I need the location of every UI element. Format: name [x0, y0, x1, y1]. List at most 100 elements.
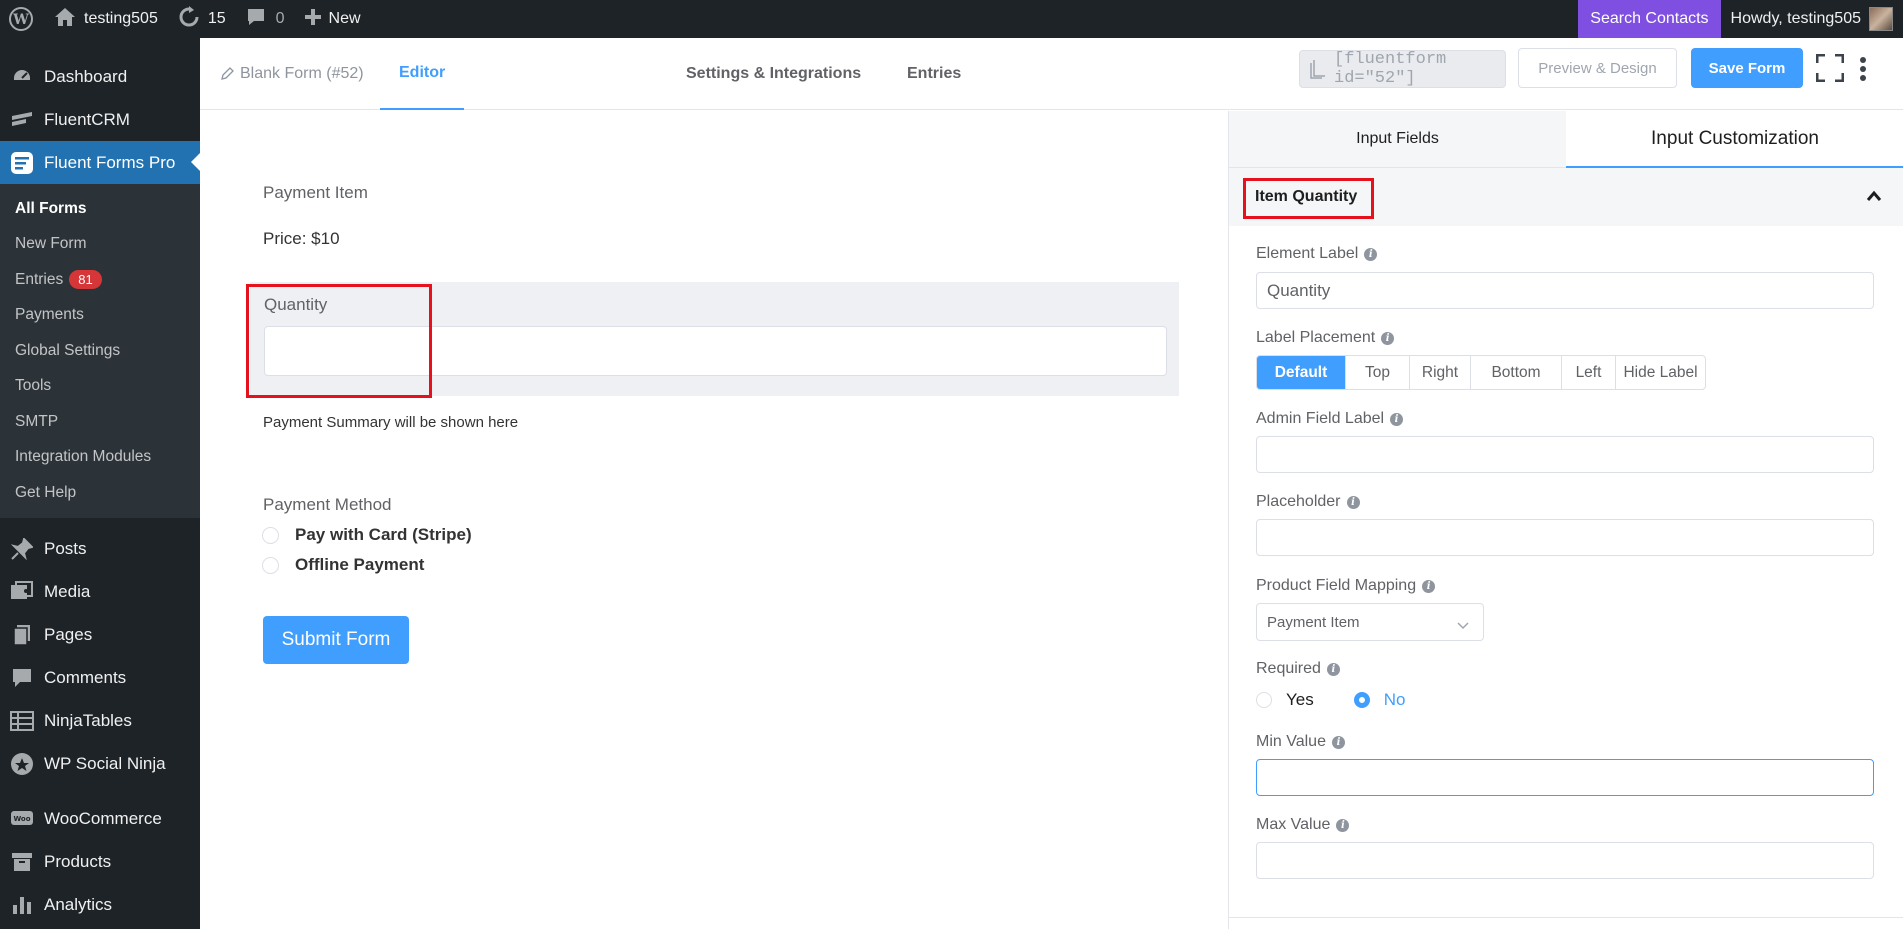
submenu-all-forms[interactable]: All Forms: [0, 191, 200, 227]
pencil-icon: [220, 67, 234, 81]
submit-form-button[interactable]: Submit Form: [263, 616, 409, 664]
chevron-up-icon[interactable]: [1866, 190, 1882, 202]
info-icon[interactable]: i: [1422, 579, 1436, 593]
admin-field-label-input[interactable]: [1256, 436, 1874, 473]
admin-sidebar: Dashboard FluentCRM Fluent Forms Pro All…: [0, 38, 200, 929]
placement-top[interactable]: Top: [1345, 356, 1409, 389]
svg-text:Woo: Woo: [13, 815, 30, 823]
element-label-caption: Element Label i: [1256, 245, 1378, 263]
tab-input-fields[interactable]: Input Fields: [1229, 111, 1566, 168]
comments-count: 0: [275, 10, 285, 27]
entries-count-badge: 81: [69, 270, 102, 290]
form-name-link[interactable]: Blank Form (#52): [220, 38, 364, 110]
menu-comments[interactable]: Comments: [0, 657, 200, 700]
menu-label: Pages: [44, 625, 93, 644]
min-value-caption: Min Value i: [1256, 733, 1345, 751]
menu-analytics[interactable]: Analytics: [0, 884, 200, 927]
fullscreen-icon[interactable]: [1815, 53, 1845, 83]
info-icon[interactable]: i: [1364, 247, 1378, 261]
tab-settings-integrations[interactable]: Settings & Integrations: [686, 38, 861, 110]
submenu-entries[interactable]: Entries 81: [0, 262, 200, 298]
menu-woocommerce[interactable]: Woo WooCommerce: [0, 798, 200, 841]
payment-item-label: Payment Item: [263, 183, 368, 202]
menu-media[interactable]: Media: [0, 571, 200, 614]
plus-icon: [304, 8, 321, 30]
radio-label[interactable]: Yes: [1286, 690, 1314, 710]
menu-fluentcrm[interactable]: FluentCRM: [0, 98, 200, 141]
payment-summary-text: Payment Summary will be shown here: [263, 414, 519, 431]
submenu-new-form[interactable]: New Form: [0, 227, 200, 263]
submenu-global-settings[interactable]: Global Settings: [0, 333, 200, 369]
user-account-menu[interactable]: Howdy, testing505: [1721, 7, 1903, 31]
updates-link[interactable]: 15: [168, 0, 236, 38]
search-contacts-button[interactable]: Search Contacts: [1578, 0, 1721, 38]
info-icon[interactable]: i: [1331, 735, 1345, 749]
menu-posts[interactable]: Posts: [0, 528, 200, 571]
menu-label: Comments: [44, 668, 127, 687]
new-content-link[interactable]: New: [295, 0, 371, 38]
menu-fluent-forms-pro[interactable]: Fluent Forms Pro: [0, 141, 200, 184]
wordpress-logo-icon[interactable]: W: [0, 0, 44, 38]
pages-icon: [10, 623, 34, 647]
fluent-forms-submenu: All Forms New Form Entries 81 Payments G…: [0, 184, 200, 518]
payment-option-offline[interactable]: Offline Payment: [262, 555, 424, 575]
placement-left[interactable]: Left: [1561, 356, 1615, 389]
product-field-mapping-caption: Product Field Mapping i: [1256, 577, 1436, 595]
min-value-input[interactable]: [1256, 759, 1874, 796]
tab-entries[interactable]: Entries: [907, 38, 961, 110]
tab-input-customization[interactable]: Input Customization: [1566, 111, 1903, 168]
menu-products[interactable]: Products: [0, 841, 200, 884]
avatar: [1869, 7, 1893, 31]
required-yes-radio[interactable]: [1256, 692, 1272, 708]
submenu-integration-modules[interactable]: Integration Modules: [0, 440, 200, 476]
field-caption: Max Value: [1256, 816, 1331, 833]
info-icon[interactable]: i: [1390, 412, 1404, 426]
preview-design-button[interactable]: Preview & Design: [1518, 48, 1677, 88]
placement-bottom[interactable]: Bottom: [1470, 356, 1561, 389]
placement-right[interactable]: Right: [1409, 356, 1470, 389]
radio-label[interactable]: No: [1384, 690, 1406, 710]
highlight-box: [1243, 178, 1374, 219]
element-label-input[interactable]: Quantity: [1256, 272, 1874, 309]
radio-button[interactable]: [262, 556, 279, 574]
info-icon[interactable]: i: [1346, 495, 1360, 509]
placement-hide-label[interactable]: Hide Label: [1615, 356, 1705, 389]
menu-pages[interactable]: Pages: [0, 614, 200, 657]
menu-wp-social-ninja[interactable]: WP Social Ninja: [0, 743, 200, 786]
shortcode-text: [fluentform id="52"]: [1334, 50, 1447, 88]
howdy-label: Howdy, testing505: [1730, 10, 1861, 27]
info-icon[interactable]: i: [1336, 818, 1350, 832]
info-icon[interactable]: i: [1326, 662, 1340, 676]
highlight-box: [246, 284, 432, 398]
payment-option-card[interactable]: Pay with Card (Stripe): [262, 525, 472, 545]
required-radio-group: Yes No: [1256, 690, 1405, 710]
placeholder-input[interactable]: [1256, 519, 1874, 556]
placement-default[interactable]: Default: [1257, 356, 1345, 389]
save-form-button[interactable]: Save Form: [1691, 48, 1803, 88]
fluent-forms-icon: [10, 151, 34, 175]
more-options-icon[interactable]: [1859, 56, 1867, 82]
max-value-caption: Max Value i: [1256, 816, 1350, 834]
menu-ninjatables[interactable]: NinjaTables: [0, 700, 200, 743]
required-no-radio[interactable]: [1353, 692, 1370, 708]
max-value-input[interactable]: [1256, 842, 1874, 879]
shortcode-copy-box[interactable]: [fluentform id="52"]: [1299, 50, 1506, 88]
menu-label: WooCommerce: [44, 809, 162, 828]
submenu-get-help[interactable]: Get Help: [0, 475, 200, 511]
tab-editor[interactable]: Editor: [380, 38, 465, 110]
submenu-tools[interactable]: Tools: [0, 369, 200, 405]
info-icon[interactable]: i: [1381, 331, 1395, 345]
field-caption: Required: [1256, 660, 1321, 677]
menu-label: Analytics: [44, 895, 113, 914]
submenu-payments[interactable]: Payments: [0, 298, 200, 334]
product-field-mapping-select[interactable]: Payment Item: [1256, 603, 1484, 641]
radio-button[interactable]: [262, 526, 279, 544]
form-name: Blank Form (#52): [240, 65, 364, 82]
submenu-smtp[interactable]: SMTP: [0, 404, 200, 440]
required-caption: Required i: [1256, 660, 1340, 678]
site-name-link[interactable]: testing505: [44, 0, 168, 38]
label-placement-caption: Label Placement i: [1256, 329, 1395, 347]
menu-dashboard[interactable]: Dashboard: [0, 55, 200, 98]
field-caption: Admin Field Label: [1256, 410, 1385, 427]
comments-link[interactable]: 0: [236, 0, 295, 38]
